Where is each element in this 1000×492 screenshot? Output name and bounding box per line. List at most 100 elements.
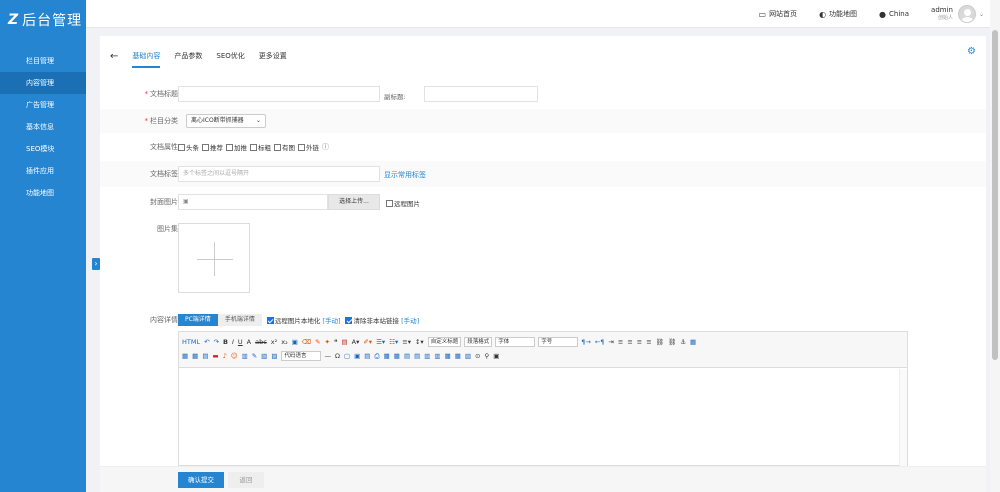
emoji-icon[interactable]: ☺	[231, 349, 238, 363]
template-icon[interactable]: ▧	[261, 349, 267, 363]
gallery-add-box[interactable]	[178, 223, 250, 293]
common-tags-link[interactable]: 显示常用标签	[384, 170, 426, 180]
ordered-list-icon[interactable]: ☰▾	[376, 335, 385, 349]
upload-button[interactable]: 选择上传...	[328, 194, 380, 210]
sidebar-item-column[interactable]: 栏目管理	[0, 50, 86, 72]
sidebar-item-content[interactable]: 内容管理	[0, 72, 86, 94]
sidebar-item-basic-info[interactable]: 基本信息	[0, 116, 86, 138]
clear-links-option[interactable]: 清除非本站链接 [手动]	[345, 315, 419, 325]
draft-icon[interactable]: ▣	[493, 349, 499, 363]
italic-icon[interactable]: I	[232, 335, 234, 349]
attr-checkbox[interactable]: 加推	[226, 142, 247, 152]
function-map-link[interactable]: ◐ 功能地图	[819, 9, 857, 19]
table-insert-icon[interactable]: ▦	[384, 349, 390, 363]
background-icon[interactable]: ▨	[271, 349, 277, 363]
attr-checkbox[interactable]: 头条	[178, 142, 199, 152]
tab-basic-content[interactable]: 基础内容	[132, 44, 161, 68]
map-icon[interactable]: ▥	[242, 349, 248, 363]
tab-seo[interactable]: SEO优化	[216, 44, 244, 68]
editor-scrollbar[interactable]	[899, 369, 907, 466]
paragraph-format-select[interactable]: 段落格式	[464, 337, 493, 347]
highlight-icon[interactable]: ✐▾	[363, 335, 372, 349]
app-logo[interactable]: Z 后台管理	[0, 0, 86, 40]
pagebreak-icon[interactable]: ▤	[364, 349, 370, 363]
subscript-icon[interactable]: x₂	[281, 335, 287, 349]
help-icon[interactable]: ⓘ	[322, 142, 329, 152]
sidebar-collapse-button[interactable]: ›	[92, 258, 100, 270]
col-insert-icon[interactable]: ▥	[424, 349, 430, 363]
auto-format-icon[interactable]: ✦	[325, 335, 330, 349]
category-select[interactable]: 离心ICO断带抓捕器 ⌄	[186, 114, 266, 128]
page-scrollbar[interactable]	[990, 0, 1000, 492]
sidebar-item-plugins[interactable]: 插件应用	[0, 160, 86, 182]
custom-title-select[interactable]: 自定义标题	[427, 337, 462, 347]
back-arrow-icon[interactable]: ←	[110, 51, 118, 62]
link-icon[interactable]: ⛓	[656, 335, 664, 349]
cover-input[interactable]: ▣	[178, 194, 328, 210]
brush-icon[interactable]: ✎	[315, 335, 320, 349]
attr-checkbox[interactable]: 标粗	[250, 142, 271, 152]
tab-pc-detail[interactable]: PC端详情	[178, 314, 218, 326]
font-color-icon[interactable]: A▾	[352, 335, 360, 349]
align-icon[interactable]: ≡▾	[402, 335, 411, 349]
horizontal-rule-icon[interactable]: —	[324, 349, 331, 363]
multi-image-icon[interactable]: ▦	[192, 349, 198, 363]
user-menu[interactable]: admin 创始人 ⌄	[931, 5, 984, 23]
subtitle-input[interactable]	[424, 86, 538, 102]
sidebar-item-seo[interactable]: SEO模块	[0, 138, 86, 160]
image-insert-icon[interactable]: ▦	[690, 335, 696, 349]
language-link[interactable]: ● China	[879, 10, 909, 19]
justify-right-icon[interactable]: ≡	[637, 335, 642, 349]
gear-icon[interactable]: ⚙	[967, 46, 976, 57]
sidebar-item-ads[interactable]: 广告管理	[0, 94, 86, 116]
merge-cells-icon[interactable]: ▦	[445, 349, 451, 363]
attr-checkbox[interactable]: 有图	[274, 142, 295, 152]
video-icon[interactable]: ▬	[212, 349, 218, 363]
font-family-select[interactable]: 字体	[495, 337, 536, 347]
chevron-down-icon[interactable]: ⌄	[979, 11, 984, 18]
spacing-icon[interactable]: ↕▾	[415, 335, 424, 349]
tab-mobile-detail[interactable]: 手机端详情	[217, 314, 262, 326]
font-border-icon[interactable]: A	[247, 335, 251, 349]
anchor-icon[interactable]: ⚓	[680, 335, 686, 349]
justify-left-icon[interactable]: ≡	[618, 335, 623, 349]
font-size-select[interactable]: 字号	[538, 337, 579, 347]
justify-full-icon[interactable]: ≡	[646, 335, 651, 349]
remote-image-checkbox[interactable]: 远程图片	[386, 198, 420, 208]
title-input[interactable]	[178, 86, 380, 102]
back-button[interactable]: 返回	[228, 472, 264, 488]
split-cells-icon[interactable]: ▦	[455, 349, 461, 363]
indent-icon[interactable]: ⇥	[608, 335, 613, 349]
tab-more-settings[interactable]: 更多设置	[259, 44, 287, 68]
special-char-icon[interactable]: Ω	[335, 349, 340, 363]
sidebar-item-sitemap[interactable]: 功能地图	[0, 182, 86, 204]
single-image-icon[interactable]: ▦	[182, 349, 188, 363]
localize-images-option[interactable]: 远程图片本地化 [手动]	[266, 315, 340, 325]
site-home-link[interactable]: ▭ 网站首页	[759, 9, 798, 19]
search-icon[interactable]: ⚲	[484, 349, 489, 363]
preview-icon[interactable]: ⊙	[475, 349, 480, 363]
music-icon[interactable]: ♪	[223, 349, 227, 363]
row-insert-icon[interactable]: ▤	[404, 349, 410, 363]
bold-icon[interactable]: B	[223, 335, 228, 349]
time-icon[interactable]: ▣	[354, 349, 360, 363]
superscript-icon[interactable]: x²	[271, 335, 277, 349]
undo-icon[interactable]: ↶	[204, 335, 209, 349]
attachment-icon[interactable]: ✎	[252, 349, 257, 363]
justify-center-icon[interactable]: ≡	[627, 335, 632, 349]
date-icon[interactable]: ▢	[344, 349, 350, 363]
image-align-icon[interactable]: ▤	[202, 349, 208, 363]
unlink-icon[interactable]: ⛓	[668, 335, 676, 349]
avatar[interactable]	[957, 5, 976, 23]
print-icon[interactable]: ⎙	[374, 349, 379, 363]
eraser-icon[interactable]: ⌫	[302, 335, 311, 349]
page-scroll-thumb[interactable]	[992, 30, 998, 360]
unordered-list-icon[interactable]: ☷▾	[389, 335, 398, 349]
tags-input[interactable]: 多个标签之间以逗号隔开	[178, 166, 380, 182]
table-delete-icon[interactable]: ▦	[394, 349, 400, 363]
ltr-icon[interactable]: ¶→	[581, 335, 591, 349]
col-delete-icon[interactable]: ▥	[434, 349, 440, 363]
chart-icon[interactable]: ▧	[465, 349, 471, 363]
format-icon[interactable]: ▣	[292, 335, 298, 349]
paste-icon[interactable]: ▤	[341, 335, 347, 349]
